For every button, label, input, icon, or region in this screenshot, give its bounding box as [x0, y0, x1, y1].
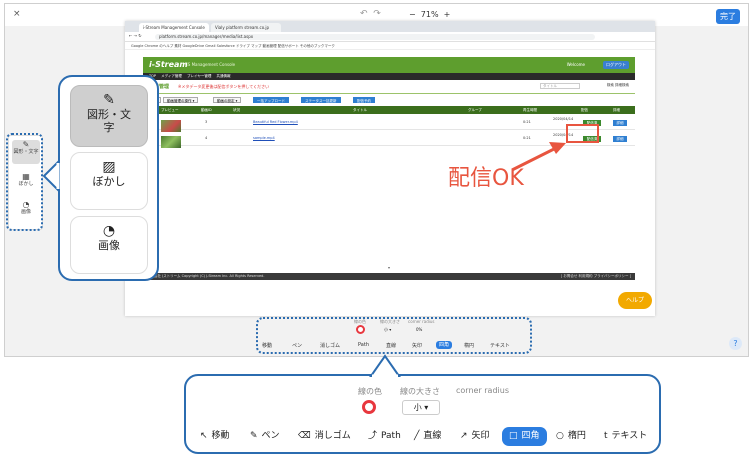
screenshot-root: × ↶ ↷ − 71% + 完了 ? ✎ 図形・文字 ▦ ぼかし ◔ 画像 i-…	[0, 0, 753, 457]
bottom-callout-pointer	[369, 354, 401, 378]
